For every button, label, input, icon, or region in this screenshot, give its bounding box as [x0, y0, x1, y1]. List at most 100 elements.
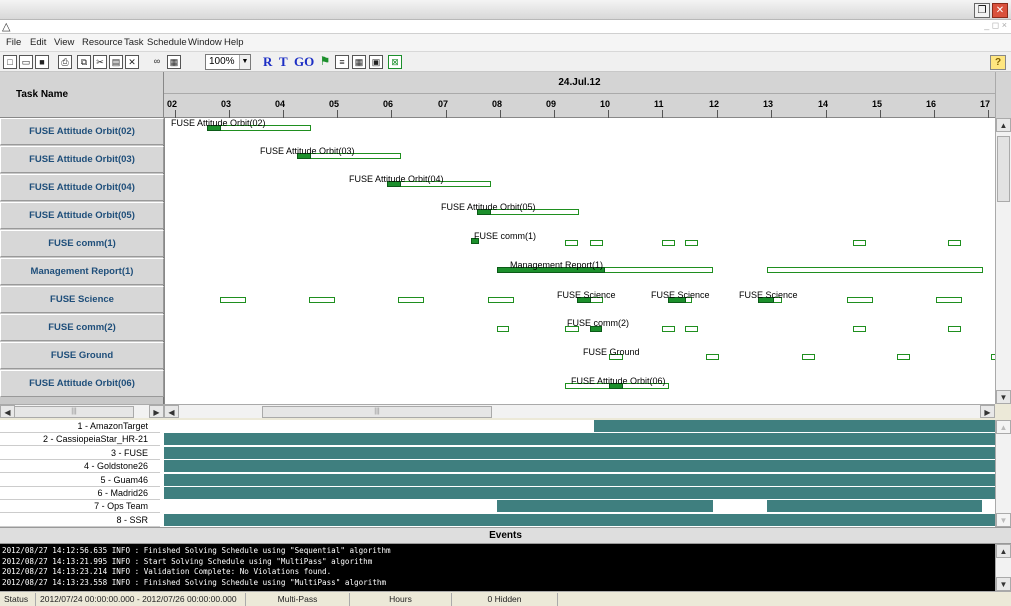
- resource-label[interactable]: 7 - Ops Team: [0, 500, 160, 514]
- go-button[interactable]: GO: [294, 54, 314, 70]
- task-row-name[interactable]: FUSE Attitude Orbit(06): [0, 370, 164, 397]
- menu-resource[interactable]: Resource: [82, 37, 123, 48]
- report-icon[interactable]: ▣: [369, 55, 383, 69]
- menu-file[interactable]: File: [6, 37, 21, 48]
- menu-view[interactable]: View: [54, 37, 74, 48]
- scroll-thumb[interactable]: |||: [14, 406, 134, 418]
- cut-icon[interactable]: ✂: [93, 55, 107, 69]
- resource-label[interactable]: 5 - Guam46: [0, 474, 160, 487]
- task-bar[interactable]: [488, 297, 514, 303]
- task-bar[interactable]: [590, 240, 603, 246]
- flag-icon[interactable]: ⚑: [318, 55, 332, 69]
- task-bar[interactable]: [853, 326, 866, 332]
- scroll-down-arrow[interactable]: ▼: [996, 513, 1011, 527]
- task-bar[interactable]: [936, 297, 962, 303]
- grid-view-icon[interactable]: ▦: [352, 55, 366, 69]
- event-log-line: 2012/08/27 14:13:23.558 INFO : Finished …: [2, 577, 387, 587]
- scroll-down-arrow[interactable]: ▼: [996, 390, 1011, 404]
- print-icon[interactable]: ⎙: [58, 55, 72, 69]
- menu-window[interactable]: Window: [188, 37, 222, 48]
- scroll-up-arrow[interactable]: ▲: [996, 118, 1011, 132]
- event-log-line: 2012/08/27 14:12:56.635 INFO : Finished …: [2, 546, 391, 555]
- name-horizontal-scrollbar[interactable]: ◀ ||| ▶: [0, 404, 164, 418]
- status-hidden-count: 0 Hidden: [452, 593, 558, 606]
- task-bar[interactable]: [802, 354, 815, 360]
- task-bar[interactable]: [685, 240, 698, 246]
- task-bar[interactable]: [948, 240, 961, 246]
- task-bar[interactable]: [497, 326, 509, 332]
- task-row-name[interactable]: FUSE Attitude Orbit(02): [0, 118, 164, 145]
- task-button[interactable]: T: [279, 54, 288, 70]
- task-bar[interactable]: [767, 267, 983, 273]
- open-folder-icon[interactable]: ▭: [19, 55, 33, 69]
- task-row-name[interactable]: FUSE comm(1): [0, 230, 164, 257]
- scroll-thumb[interactable]: [997, 136, 1010, 202]
- gantt-horizontal-scrollbar[interactable]: ◀ ||| ▶: [164, 404, 995, 418]
- scroll-up-arrow[interactable]: ▲: [996, 544, 1011, 558]
- hour-tick: [446, 110, 447, 118]
- events-scrollbar[interactable]: ▲ ▼: [995, 544, 1011, 591]
- resource-button[interactable]: R: [263, 54, 272, 70]
- chevron-down-icon[interactable]: ▼: [239, 55, 250, 69]
- task-row-name[interactable]: FUSE Ground: [0, 342, 164, 369]
- scroll-down-arrow[interactable]: ▼: [996, 577, 1011, 591]
- resource-vertical-scrollbar[interactable]: ▲ ▼: [995, 420, 1011, 527]
- hour-tick: [662, 110, 663, 118]
- paste-icon[interactable]: ▤: [109, 55, 123, 69]
- close-window-button[interactable]: ✕: [992, 3, 1008, 18]
- hour-tick: [934, 110, 935, 118]
- keyboard-icon[interactable]: ▦: [167, 55, 181, 69]
- menu-task[interactable]: Task: [124, 37, 144, 48]
- menu-edit[interactable]: Edit: [30, 37, 46, 48]
- scroll-thumb[interactable]: |||: [262, 406, 492, 418]
- copy-icon[interactable]: ⧉: [77, 55, 91, 69]
- task-row-name[interactable]: FUSE Science: [0, 286, 164, 313]
- status-date-range: 2012/07/24 00:00:00.000 - 2012/07/26 00:…: [36, 593, 246, 606]
- task-bar[interactable]: [948, 326, 961, 332]
- gantt-vertical-scrollbar[interactable]: ▲ ▼: [995, 118, 1011, 404]
- menu-help[interactable]: Help: [224, 37, 244, 48]
- new-file-icon[interactable]: □: [3, 55, 17, 69]
- task-row-name[interactable]: FUSE Attitude Orbit(05): [0, 202, 164, 229]
- task-bar[interactable]: [565, 240, 578, 246]
- excel-export-icon[interactable]: ⊠: [388, 55, 402, 69]
- resource-label[interactable]: 8 - SSR: [0, 514, 160, 527]
- task-row-name[interactable]: FUSE Attitude Orbit(03): [0, 146, 164, 173]
- resource-label[interactable]: 4 - Goldstone26: [0, 460, 160, 474]
- scroll-left-arrow[interactable]: ◀: [0, 405, 15, 418]
- mdi-window-controls[interactable]: _ ◻ ×: [984, 20, 1007, 31]
- task-bar[interactable]: [662, 326, 675, 332]
- resource-label[interactable]: 3 - FUSE: [0, 447, 160, 460]
- scroll-up-arrow[interactable]: ▲: [996, 420, 1011, 434]
- task-bar[interactable]: [847, 297, 873, 303]
- resource-label[interactable]: 6 - Madrid26: [0, 487, 160, 500]
- task-bar[interactable]: [685, 326, 698, 332]
- menu-schedule[interactable]: Schedule: [147, 37, 187, 48]
- task-row-name[interactable]: FUSE Attitude Orbit(04): [0, 174, 164, 201]
- hour-label: 13: [763, 99, 774, 109]
- task-bar[interactable]: [662, 240, 675, 246]
- status-bar: Status 2012/07/24 00:00:00.000 - 2012/07…: [0, 591, 1011, 606]
- hour-tick: [175, 110, 176, 118]
- restore-window-button[interactable]: ❐: [974, 3, 990, 18]
- find-binoculars-icon[interactable]: ∞: [150, 55, 164, 69]
- save-icon[interactable]: ■: [35, 55, 49, 69]
- task-bar[interactable]: [220, 297, 246, 303]
- task-row-name[interactable]: FUSE comm(2): [0, 314, 164, 341]
- task-bar[interactable]: [897, 354, 910, 360]
- task-bar[interactable]: [706, 354, 719, 360]
- scroll-left-arrow[interactable]: ◀: [164, 405, 179, 418]
- help-icon[interactable]: ?: [990, 55, 1006, 70]
- scroll-right-arrow[interactable]: ▶: [980, 405, 995, 418]
- task-bar[interactable]: [398, 297, 424, 303]
- gantt-view-icon[interactable]: ≡: [335, 55, 349, 69]
- task-row-name[interactable]: Management Report(1): [0, 258, 164, 285]
- delete-icon[interactable]: ✕: [125, 55, 139, 69]
- resource-label[interactable]: 2 - CassiopeiaStar_HR-21: [0, 433, 160, 447]
- scroll-right-arrow[interactable]: ▶: [149, 405, 164, 418]
- menu-bar: File Edit View Resource Task Schedule Wi…: [0, 34, 1011, 52]
- task-bar[interactable]: [853, 240, 866, 246]
- task-bar-label: FUSE Science: [557, 290, 616, 300]
- task-bar[interactable]: [309, 297, 335, 303]
- resource-label[interactable]: 1 - AmazonTarget: [0, 420, 160, 433]
